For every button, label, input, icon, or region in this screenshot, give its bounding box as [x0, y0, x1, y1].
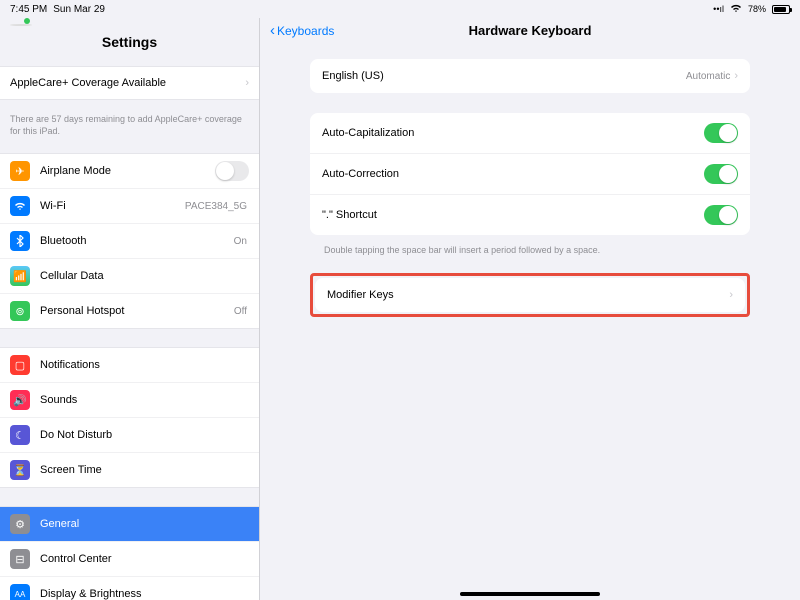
profile-avatar[interactable]: [10, 24, 32, 26]
hotspot-icon: ⊚: [10, 301, 30, 321]
annotation-highlight: Modifier Keys ›: [310, 273, 750, 317]
sounds-icon: 🔊: [10, 390, 30, 410]
notifications-icon: ▢: [10, 355, 30, 375]
screentime-icon: ⏳: [10, 460, 30, 480]
sidebar-item-display[interactable]: AA Display & Brightness: [0, 577, 259, 600]
battery-percent: 78%: [748, 4, 766, 14]
shortcut-row[interactable]: "." Shortcut: [310, 195, 750, 235]
status-date: Sun Mar 29: [53, 4, 105, 15]
sidebar-item-wifi[interactable]: Wi-Fi PACE384_5G: [0, 189, 259, 224]
chevron-right-icon: ›: [245, 77, 249, 89]
sidebar-item-hotspot[interactable]: ⊚ Personal Hotspot Off: [0, 294, 259, 328]
airplane-icon: ✈: [10, 161, 30, 181]
autocorrect-row[interactable]: Auto-Correction: [310, 154, 750, 195]
signal-icon: ••ıl: [713, 4, 724, 14]
dnd-icon: ☾: [10, 425, 30, 445]
bluetooth-icon: [10, 231, 30, 251]
language-row[interactable]: English (US) Automatic ›: [310, 59, 750, 93]
wifi-settings-icon: [10, 196, 30, 216]
sidebar-item-general[interactable]: ⚙ General: [0, 507, 259, 542]
status-bar: 7:45 PM Sun Mar 29 ••ıl 78%: [0, 0, 800, 18]
general-icon: ⚙: [10, 514, 30, 534]
modifier-keys-row[interactable]: Modifier Keys ›: [315, 278, 745, 312]
sidebar-item-screentime[interactable]: ⏳ Screen Time: [0, 453, 259, 487]
sidebar-item-sounds[interactable]: 🔊 Sounds: [0, 383, 259, 418]
controlcenter-icon: ⊟: [10, 549, 30, 569]
shortcut-note: Double tapping the space bar will insert…: [310, 241, 750, 269]
detail-title: Hardware Keyboard: [260, 23, 800, 38]
wifi-icon: [730, 4, 742, 15]
detail-pane: ‹ Keyboards Hardware Keyboard English (U…: [260, 18, 800, 600]
sidebar-item-applecare[interactable]: AppleCare+ Coverage Available ›: [0, 67, 259, 99]
sidebar-item-airplane[interactable]: ✈ Airplane Mode: [0, 154, 259, 189]
chevron-right-icon: ›: [729, 289, 733, 301]
settings-sidebar: Settings AppleCare+ Coverage Available ›…: [0, 18, 260, 600]
cellular-icon: 📶: [10, 266, 30, 286]
display-icon: AA: [10, 584, 30, 600]
shortcut-toggle[interactable]: [704, 205, 738, 225]
sidebar-item-notifications[interactable]: ▢ Notifications: [0, 348, 259, 383]
autocap-row[interactable]: Auto-Capitalization: [310, 113, 750, 154]
home-indicator[interactable]: [460, 592, 600, 596]
status-time: 7:45 PM: [10, 4, 47, 15]
battery-icon: [772, 5, 790, 14]
applecare-note: There are 57 days remaining to add Apple…: [0, 110, 259, 145]
sidebar-item-cellular[interactable]: 📶 Cellular Data: [0, 259, 259, 294]
sidebar-title: Settings: [0, 30, 259, 58]
autocorrect-toggle[interactable]: [704, 164, 738, 184]
airplane-toggle[interactable]: [215, 161, 249, 181]
sidebar-item-dnd[interactable]: ☾ Do Not Disturb: [0, 418, 259, 453]
autocap-toggle[interactable]: [704, 123, 738, 143]
sidebar-item-bluetooth[interactable]: Bluetooth On: [0, 224, 259, 259]
applecare-label: AppleCare+ Coverage Available: [10, 77, 245, 89]
chevron-right-icon: ›: [734, 70, 738, 82]
sidebar-item-controlcenter[interactable]: ⊟ Control Center: [0, 542, 259, 577]
